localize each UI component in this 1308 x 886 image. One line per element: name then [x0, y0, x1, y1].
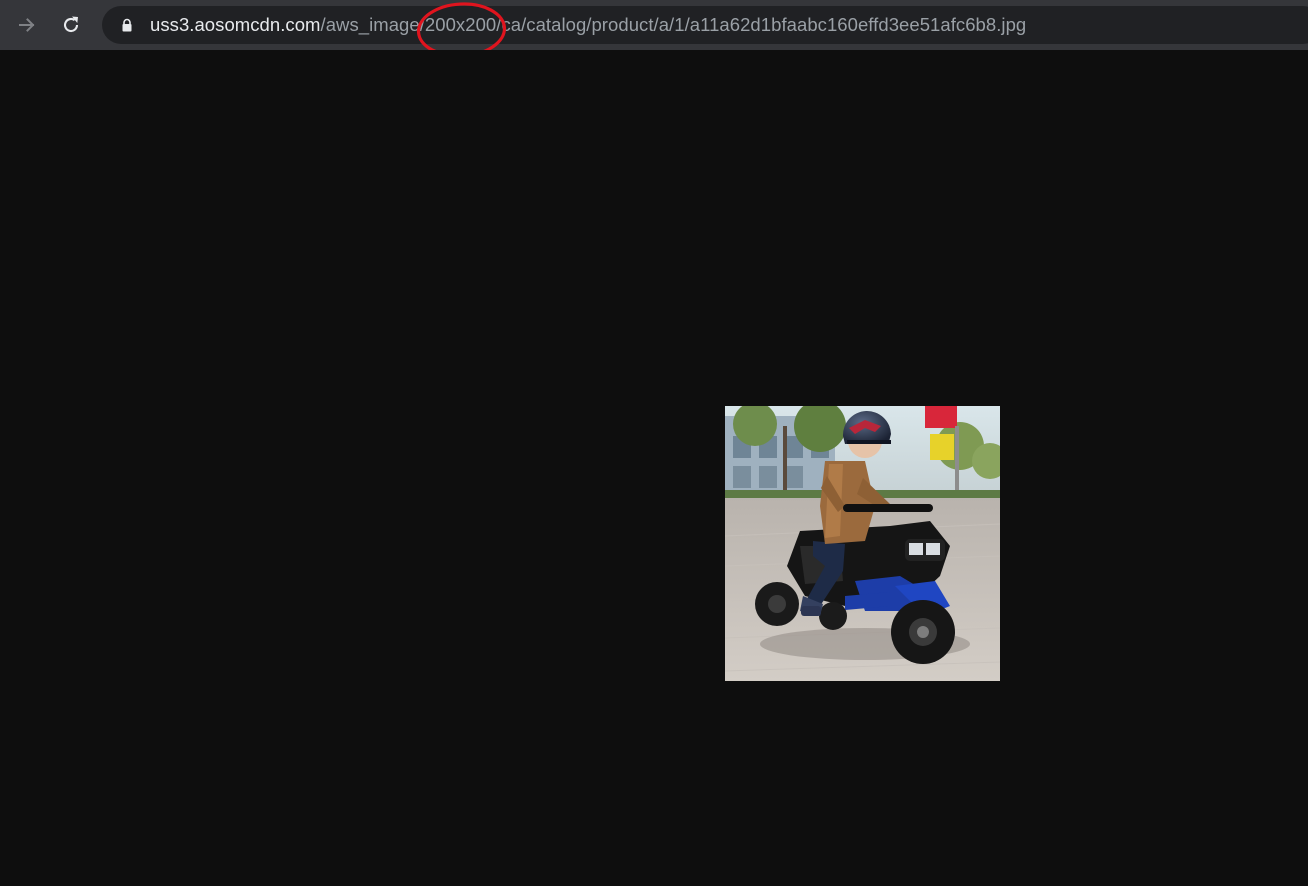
child-on-motorcycle-photo	[725, 406, 1000, 681]
address-bar[interactable]: uss3.aosomcdn.com/aws_image/200x200/ca/c…	[102, 6, 1308, 44]
lock-icon	[122, 18, 132, 32]
url-text[interactable]: uss3.aosomcdn.com/aws_image/200x200/ca/c…	[150, 15, 1026, 35]
page-viewport	[0, 50, 1308, 886]
arrow-right-icon	[19, 18, 35, 32]
forward-button[interactable]	[11, 9, 43, 41]
reload-icon	[64, 16, 79, 33]
reload-button[interactable]	[55, 9, 87, 41]
browser-toolbar: uss3.aosomcdn.com/aws_image/200x200/ca/c…	[0, 0, 1308, 57]
url-host: uss3.aosomcdn.com	[150, 14, 321, 35]
product-image[interactable]	[725, 406, 1000, 681]
url-path: /aws_image/200x200/ca/catalog/product/a/…	[320, 14, 1027, 35]
